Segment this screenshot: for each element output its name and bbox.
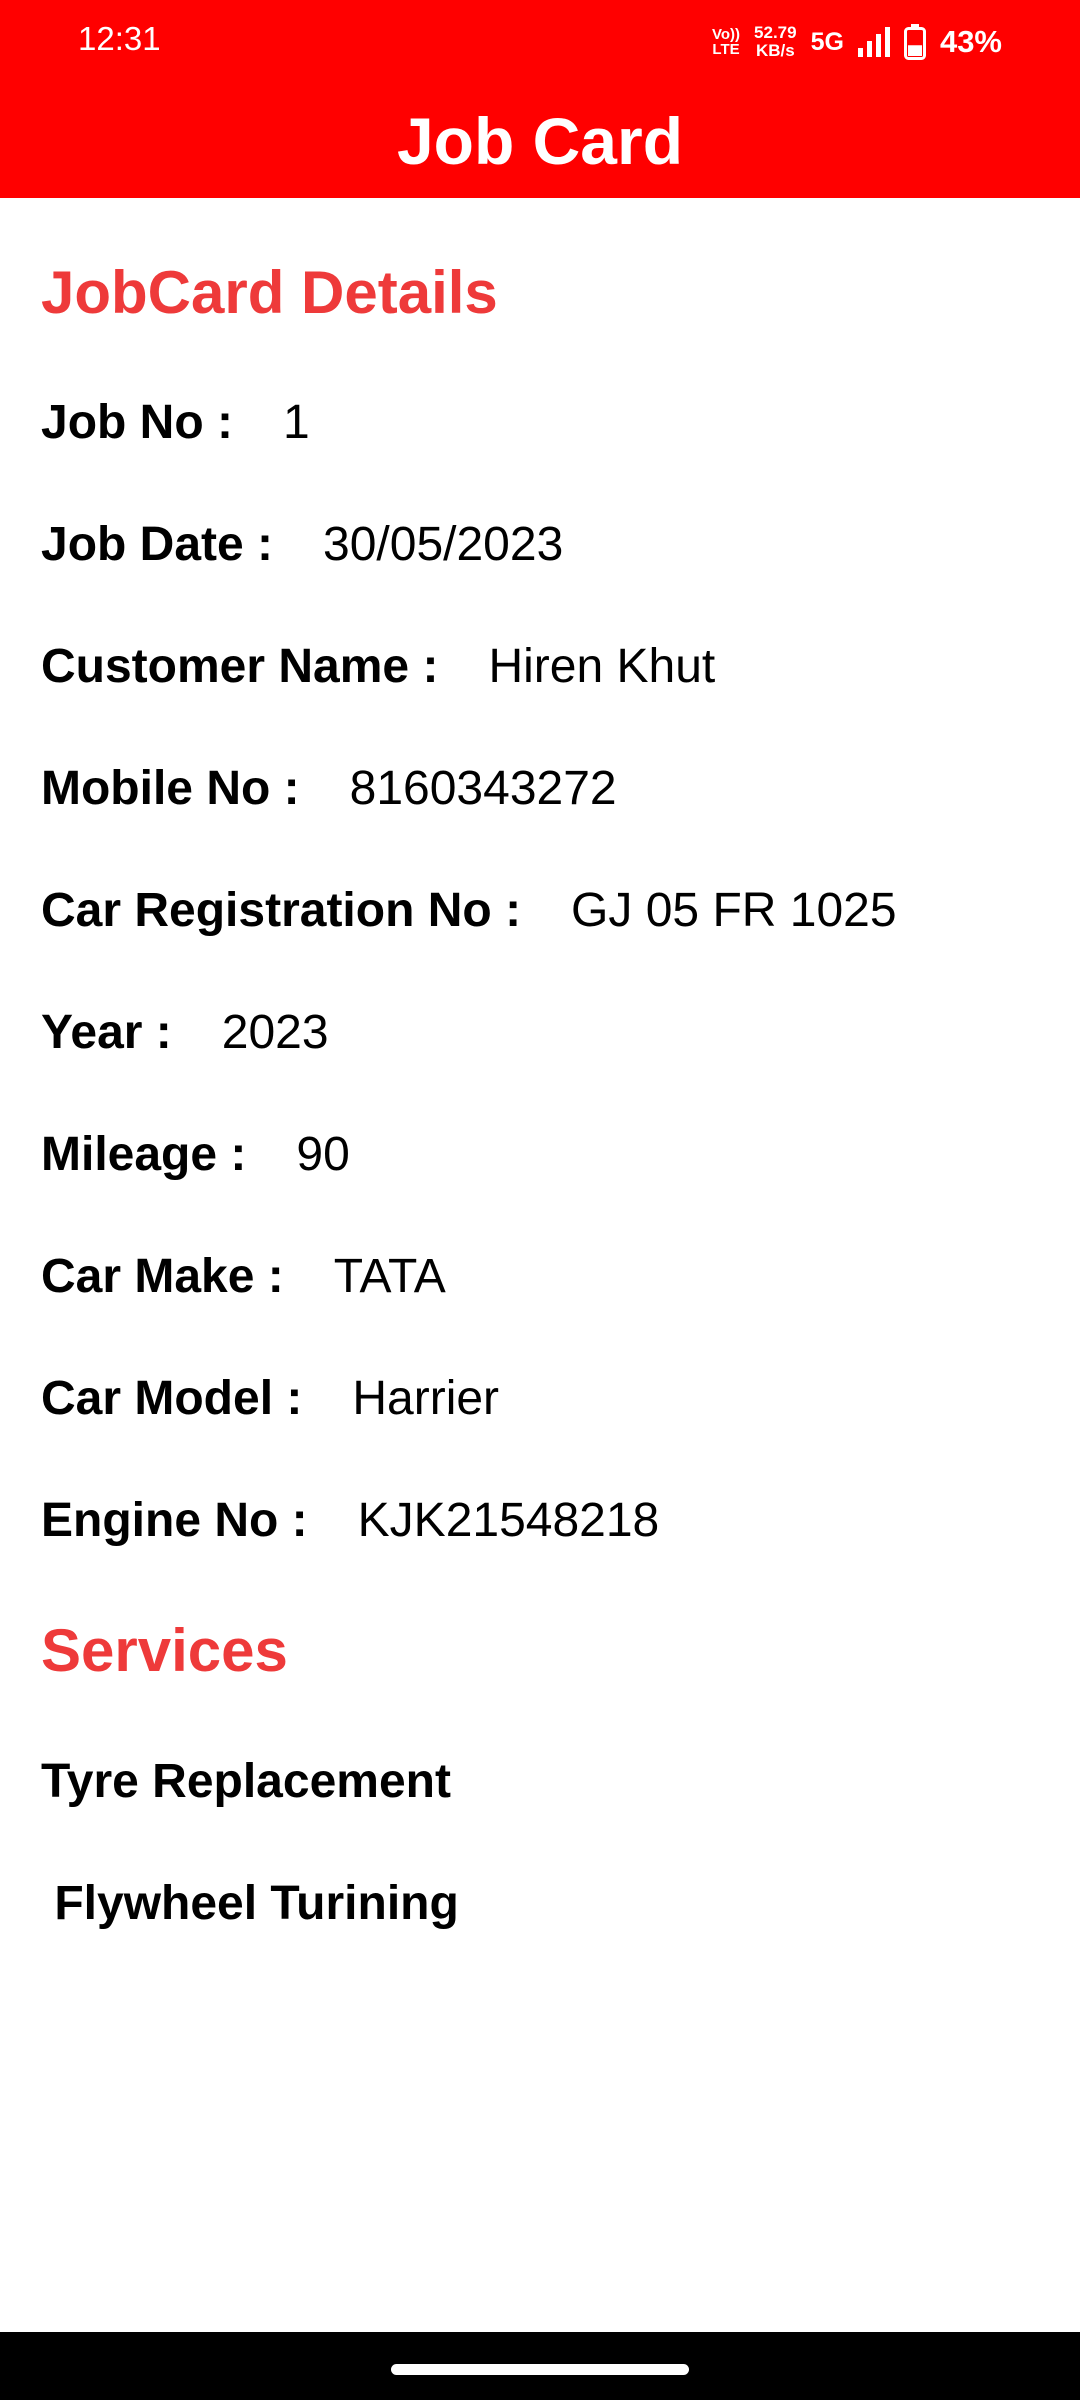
car-model-value: Harrier xyxy=(352,1372,500,1425)
year-label: Year : xyxy=(41,1006,172,1059)
status-indicators: Vo)) LTE 52.79 KB/s 5G 43% xyxy=(712,18,1002,66)
job-no-value: 1 xyxy=(282,396,310,449)
car-registration-label: Car Registration No : xyxy=(41,884,522,937)
status-bar: 12:31 Vo)) LTE 52.79 KB/s 5G 43% xyxy=(0,0,1080,84)
mobile-no-label: Mobile No : xyxy=(41,762,300,815)
mileage-value: 90 xyxy=(296,1128,350,1181)
car-model-row: Car Model : Harrier xyxy=(41,1370,499,1428)
service-item: Flywheel Turining xyxy=(41,1877,459,1930)
network-type: 5G xyxy=(810,27,844,56)
customer-name-row: Customer Name : Hiren Khut xyxy=(41,638,715,696)
status-time: 12:31 xyxy=(78,20,161,57)
mileage-label: Mileage : xyxy=(41,1128,247,1181)
battery-icon xyxy=(903,24,926,60)
volte-bottom-label: LTE xyxy=(712,41,740,58)
job-date-label: Job Date : xyxy=(41,518,274,571)
services-heading: Services xyxy=(41,1617,288,1684)
service-item: Tyre Replacement xyxy=(41,1755,451,1808)
home-gesture-handle[interactable] xyxy=(391,2364,689,2375)
customer-name-value: Hiren Khut xyxy=(488,640,716,693)
mileage-row: Mileage : 90 xyxy=(41,1126,350,1184)
engine-no-value: KJK21548218 xyxy=(357,1494,660,1547)
customer-name-label: Customer Name : xyxy=(41,640,439,693)
car-make-value: TATA xyxy=(333,1250,446,1303)
jobcard-details-heading: JobCard Details xyxy=(41,259,498,326)
year-row: Year : 2023 xyxy=(41,1004,329,1062)
network-speed: 52.79 KB/s xyxy=(754,24,797,60)
year-value: 2023 xyxy=(221,1006,329,1059)
volte-top-label: Vo)) xyxy=(712,26,741,43)
car-make-label: Car Make : xyxy=(41,1250,284,1303)
engine-no-row: Engine No : KJK21548218 xyxy=(41,1492,659,1550)
mobile-no-row: Mobile No : 8160343272 xyxy=(41,760,617,818)
engine-no-label: Engine No : xyxy=(41,1494,308,1547)
car-model-label: Car Model : xyxy=(41,1372,303,1425)
car-registration-row: Car Registration No : GJ 05 FR 1025 xyxy=(41,882,897,940)
signal-icon xyxy=(857,27,890,57)
navigation-bar xyxy=(0,2332,1080,2400)
job-no-row: Job No : 1 xyxy=(41,394,310,452)
battery-percentage: 43% xyxy=(939,24,1002,59)
job-date-value: 30/05/2023 xyxy=(323,518,564,571)
mobile-no-value: 8160343272 xyxy=(349,762,617,815)
car-registration-value: GJ 05 FR 1025 xyxy=(571,884,897,937)
job-no-label: Job No : xyxy=(41,396,233,449)
volte-icon: Vo)) LTE xyxy=(712,27,740,57)
app-header: 12:31 Vo)) LTE 52.79 KB/s 5G 43% Job Car… xyxy=(0,0,1080,198)
network-speed-value: 52.79 xyxy=(754,23,797,42)
car-make-row: Car Make : TATA xyxy=(41,1248,446,1306)
page-title: Job Card xyxy=(396,104,684,178)
job-date-row: Job Date : 30/05/2023 xyxy=(41,516,563,574)
network-speed-unit: KB/s xyxy=(755,41,795,60)
